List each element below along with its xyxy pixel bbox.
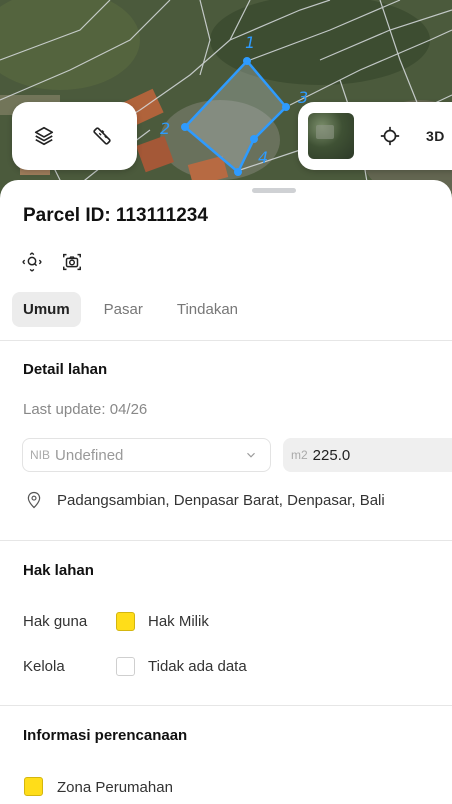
zoom-to-parcel-button[interactable] (20, 250, 44, 274)
vertex-label-4: 4 (258, 148, 268, 167)
toggle-3d-button[interactable]: 3D (426, 128, 445, 144)
map-view-panel: 3D (298, 102, 452, 170)
nib-prefix: NIB (30, 448, 51, 462)
camera-icon (63, 253, 81, 271)
map-canvas[interactable]: 1 2 3 4 (0, 0, 452, 200)
rights-swatch-kelola (116, 657, 135, 676)
section-title-detail: Detail lahan (23, 361, 108, 378)
area-unit: m2 (291, 448, 308, 462)
detail-tabs: Umum Pasar Tindakan (12, 292, 249, 327)
nib-value: Undefined (55, 446, 124, 464)
vertex-label-2: 2 (160, 119, 170, 138)
locate-button[interactable] (376, 122, 404, 150)
vertex-label-1: 1 (245, 33, 255, 52)
layers-button[interactable] (30, 122, 58, 150)
ruler-icon (93, 127, 111, 145)
rights-value-kelola: Tidak ada data (148, 658, 247, 675)
location-row: Padangsambian, Denpasar Barat, Denpasar,… (25, 490, 385, 510)
area-field[interactable]: m2 225.0 (283, 438, 452, 472)
basemap-thumbnail[interactable] (308, 113, 354, 159)
divider (0, 340, 452, 341)
area-value: 225.0 (312, 446, 351, 464)
rights-label-hak-guna: Hak guna (23, 613, 88, 630)
divider (0, 540, 452, 541)
zone-label: Zona Perumahan (57, 779, 173, 796)
layers-icon (34, 126, 54, 146)
map-view[interactable]: 1 2 3 4 3D (0, 0, 452, 200)
zoom-to-fit-icon (22, 252, 42, 272)
map-tools-panel (12, 102, 137, 170)
parcel-title: Parcel ID: 113111234 (23, 205, 208, 226)
measure-button[interactable] (88, 122, 116, 150)
divider (0, 705, 452, 706)
tab-umum[interactable]: Umum (12, 292, 81, 327)
section-title-planning: Informasi perencanaan (23, 727, 188, 744)
location-text: Padangsambian, Denpasar Barat, Denpasar,… (57, 491, 385, 509)
screenshot-button[interactable] (60, 250, 84, 274)
parcel-details-sheet: Parcel ID: 113111234 Umum Pasar Tindakan… (0, 180, 452, 804)
crosshair-icon (380, 126, 400, 146)
tab-pasar[interactable]: Pasar (93, 292, 154, 327)
chevron-down-icon (247, 452, 255, 458)
zone-swatch (24, 777, 43, 796)
rights-label-kelola: Kelola (23, 658, 65, 675)
section-title-rights: Hak lahan (23, 562, 94, 579)
rights-swatch-hak-milik (116, 612, 135, 631)
rights-value-hak-guna: Hak Milik (148, 613, 209, 630)
sheet-drag-handle[interactable] (252, 188, 296, 193)
location-pin-icon (27, 491, 41, 509)
nib-dropdown[interactable]: NIB Undefined (22, 438, 271, 472)
parcel-tools (20, 250, 84, 274)
tab-tindakan[interactable]: Tindakan (166, 292, 249, 327)
last-update-text: Last update: 04/26 (23, 401, 148, 418)
